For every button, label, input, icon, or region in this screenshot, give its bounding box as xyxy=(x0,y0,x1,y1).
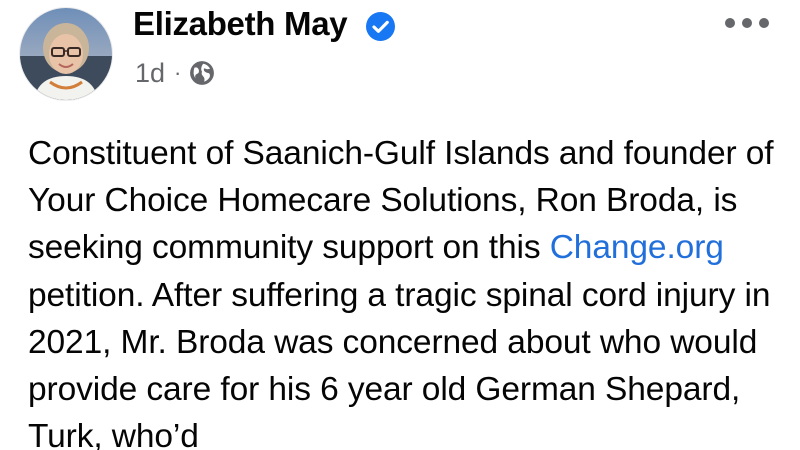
avatar-photo xyxy=(20,8,112,100)
author-name[interactable]: Elizabeth May xyxy=(133,5,348,43)
author-avatar[interactable] xyxy=(20,8,112,100)
verified-badge-icon xyxy=(366,12,395,41)
meta-separator: · xyxy=(174,60,182,85)
more-options-icon[interactable] xyxy=(722,14,772,32)
change-org-link[interactable]: Change.org xyxy=(550,229,724,266)
post-meta: 1d · xyxy=(135,56,215,90)
facebook-post: Elizabeth May 1d · Constituent of Saanic… xyxy=(0,0,800,450)
post-timestamp[interactable]: 1d xyxy=(135,58,165,89)
post-text-part2: petition. After suffering a tragic spina… xyxy=(28,276,771,450)
globe-icon[interactable] xyxy=(189,60,215,86)
post-body-text: Constituent of Saanich-Gulf Islands and … xyxy=(28,130,788,450)
